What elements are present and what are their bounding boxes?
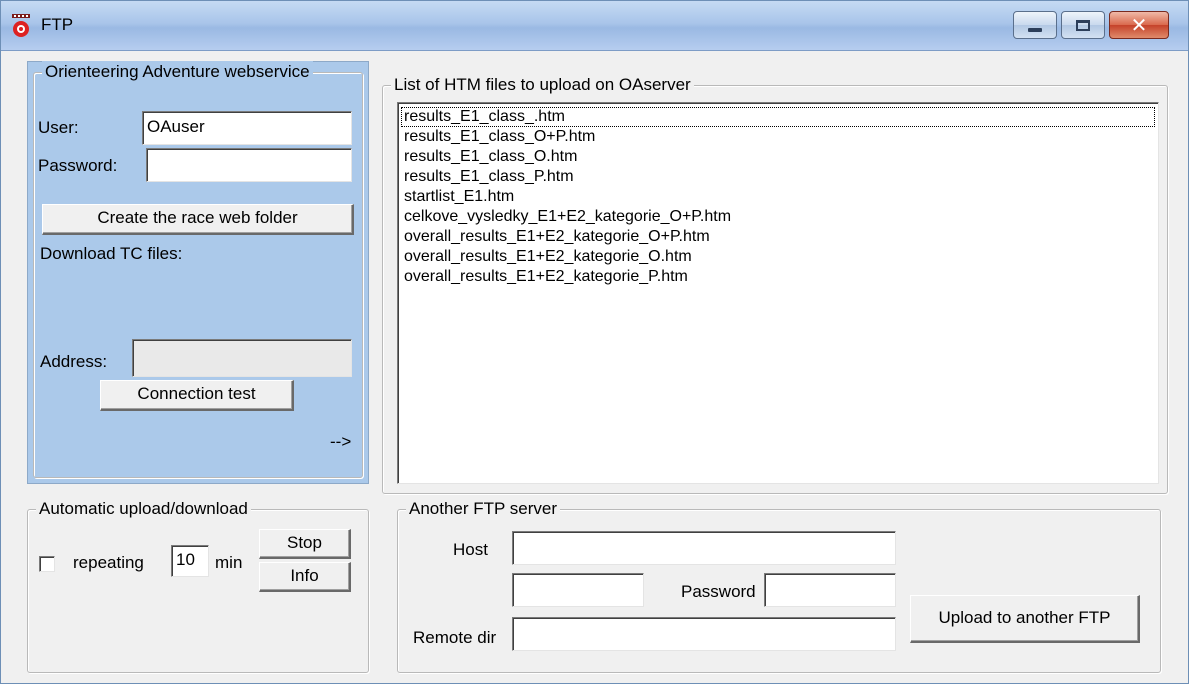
maximize-button[interactable] bbox=[1061, 11, 1105, 39]
minimize-button[interactable] bbox=[1013, 11, 1057, 39]
maximize-icon bbox=[1076, 19, 1090, 31]
address-field[interactable] bbox=[132, 339, 352, 377]
user-field[interactable]: OAuser bbox=[142, 111, 352, 145]
ftp-window: FTP ✕ Orienteering Adventure webservice … bbox=[0, 0, 1189, 684]
connection-test-button[interactable]: Connection test bbox=[100, 380, 294, 411]
create-race-folder-button[interactable]: Create the race web folder bbox=[42, 204, 354, 235]
window-title: FTP bbox=[41, 15, 74, 34]
list-item[interactable]: overall_results_E1+E2_kategorie_O.htm bbox=[401, 247, 1155, 267]
list-item[interactable]: results_E1_class_P.htm bbox=[401, 167, 1155, 187]
repeating-label: repeating bbox=[73, 553, 144, 572]
title-bar[interactable]: FTP ✕ bbox=[1, 1, 1188, 51]
host-field[interactable] bbox=[512, 531, 896, 565]
upload-another-ftp-button[interactable]: Upload to another FTP bbox=[910, 595, 1140, 643]
password-field[interactable] bbox=[146, 148, 352, 182]
htm-files-legend: List of HTM files to upload on OAserver bbox=[391, 74, 694, 96]
list-item[interactable]: results_E1_class_.htm bbox=[401, 107, 1155, 127]
another-ftp-legend: Another FTP server bbox=[406, 498, 561, 520]
list-item[interactable]: startlist_E1.htm bbox=[401, 187, 1155, 207]
remote-dir-field[interactable] bbox=[512, 617, 896, 651]
oa-webservice-panel: Orienteering Adventure webservice User: … bbox=[27, 61, 369, 484]
auto-upload-legend: Automatic upload/download bbox=[36, 498, 251, 520]
repeating-checkbox[interactable] bbox=[39, 556, 55, 572]
list-item[interactable]: overall_results_E1+E2_kategorie_O+P.htm bbox=[401, 227, 1155, 247]
ftp-user-field[interactable] bbox=[512, 573, 644, 607]
remote-dir-label: Remote dir bbox=[413, 628, 497, 647]
app-icon bbox=[12, 14, 30, 37]
minimize-icon bbox=[1028, 28, 1042, 32]
close-icon: ✕ bbox=[1130, 13, 1148, 37]
password-label: Password: bbox=[38, 156, 118, 175]
min-label: min bbox=[215, 553, 243, 572]
address-label: Address: bbox=[40, 352, 108, 371]
list-item[interactable]: overall_results_E1+E2_kategorie_P.htm bbox=[401, 267, 1155, 287]
close-button[interactable]: ✕ bbox=[1109, 11, 1169, 39]
list-item[interactable]: results_E1_class_O.htm bbox=[401, 147, 1155, 167]
ftp-password-label: Password bbox=[681, 582, 756, 601]
user-label: User: bbox=[38, 118, 79, 137]
stop-button[interactable]: Stop bbox=[259, 529, 351, 559]
download-tc-files-label: Download TC files: bbox=[40, 244, 183, 263]
arrow-text: --> bbox=[330, 432, 352, 451]
host-label: Host bbox=[453, 540, 488, 559]
info-button[interactable]: Info bbox=[259, 562, 351, 592]
htm-files-list[interactable]: results_E1_class_.htm results_E1_class_O… bbox=[397, 102, 1159, 484]
oa-webservice-legend: Orienteering Adventure webservice bbox=[42, 61, 313, 83]
list-item[interactable]: celkove_vysledky_E1+E2_kategorie_O+P.htm bbox=[401, 207, 1155, 227]
ftp-password-field[interactable] bbox=[764, 573, 896, 607]
list-item[interactable]: results_E1_class_O+P.htm bbox=[401, 127, 1155, 147]
interval-field[interactable]: 10 bbox=[171, 545, 209, 577]
